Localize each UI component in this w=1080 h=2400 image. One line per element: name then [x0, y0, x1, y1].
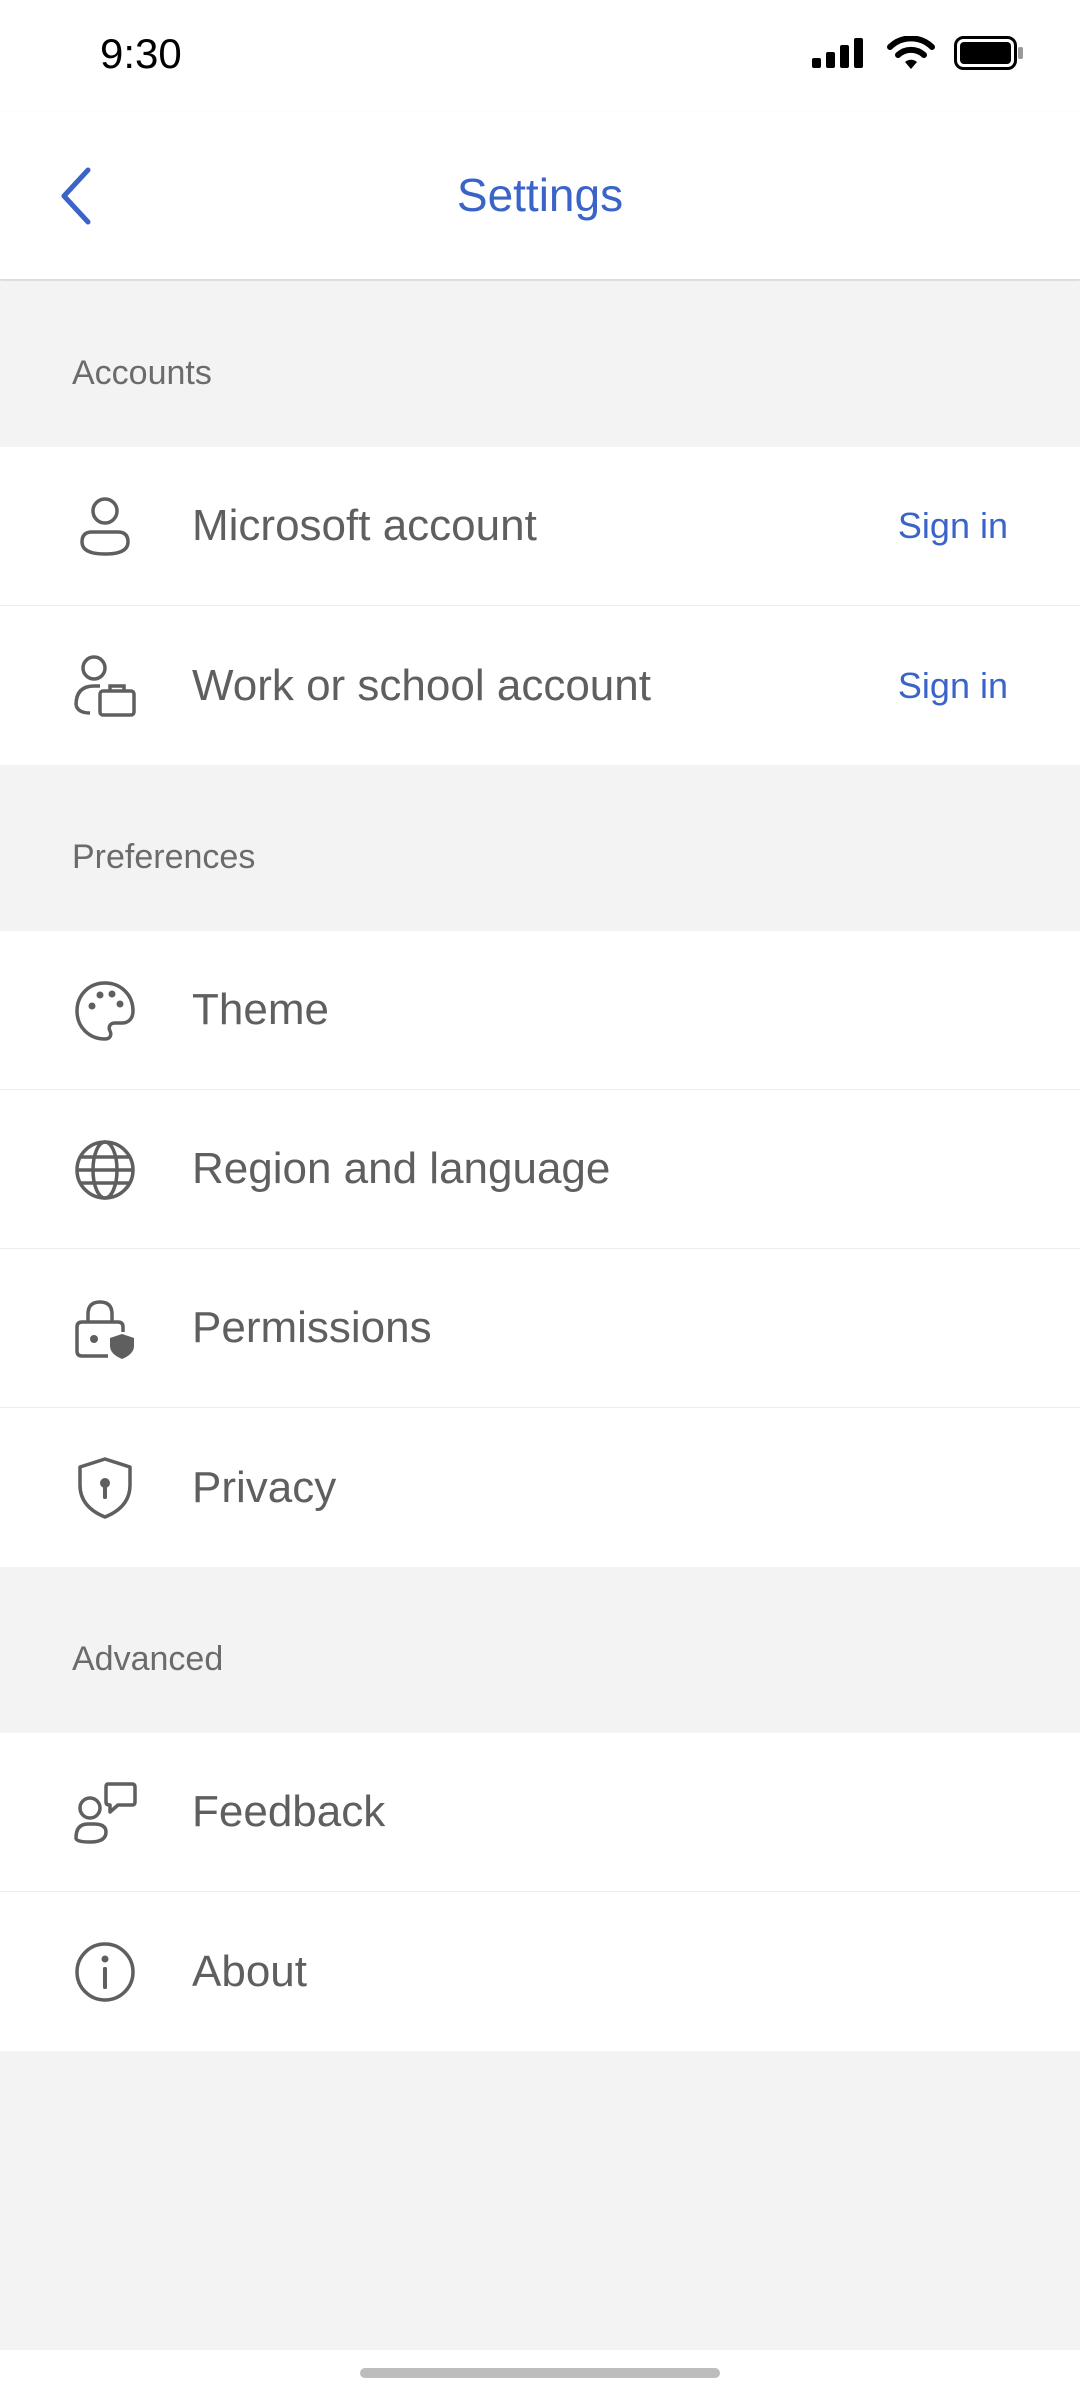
wifi-icon — [887, 36, 935, 69]
info-icon — [72, 1939, 138, 2005]
person-briefcase-icon — [72, 653, 138, 719]
sign-in-link[interactable]: Sign in — [898, 505, 1008, 547]
globe-icon — [72, 1137, 138, 1203]
settings-item-permissions[interactable]: Permissions — [0, 1249, 1080, 1408]
settings-item-about[interactable]: About — [0, 1892, 1080, 2051]
settings-item-region-language[interactable]: Region and language — [0, 1090, 1080, 1249]
settings-item-label: Permissions — [192, 1303, 432, 1352]
home-indicator[interactable] — [360, 2368, 720, 2378]
person-feedback-icon — [72, 1780, 138, 1846]
person-icon — [72, 494, 138, 560]
settings-list: Accounts Microsoft account Sign in Work … — [0, 281, 1080, 2051]
settings-item-privacy[interactable]: Privacy — [0, 1408, 1080, 1567]
section-title: Accounts — [72, 354, 212, 392]
settings-item-label: Feedback — [192, 1787, 386, 1836]
settings-item-label: Region and language — [192, 1144, 611, 1193]
lock-shield-icon — [72, 1296, 138, 1362]
section-header-advanced: Advanced — [0, 1567, 1080, 1733]
settings-item-label: Privacy — [192, 1462, 337, 1512]
shield-keyhole-icon — [72, 1455, 138, 1521]
section-header-preferences: Preferences — [0, 765, 1080, 931]
settings-item-feedback[interactable]: Feedback — [0, 1733, 1080, 1892]
sign-in-link[interactable]: Sign in — [898, 665, 1008, 707]
settings-item-label: Work or school account — [192, 660, 651, 710]
palette-icon — [72, 978, 138, 1044]
status-icons — [812, 36, 1024, 70]
settings-item-microsoft-account[interactable]: Microsoft account Sign in — [0, 447, 1080, 606]
section-header-accounts: Accounts — [0, 281, 1080, 447]
settings-item-work-account[interactable]: Work or school account Sign in — [0, 606, 1080, 765]
section-title: Preferences — [72, 838, 256, 876]
settings-item-label: About — [192, 1946, 307, 1996]
settings-item-theme[interactable]: Theme — [0, 931, 1080, 1090]
status-bar: 9:30 — [0, 0, 1080, 112]
page-title: Settings — [456, 169, 624, 221]
status-time: 9:30 — [100, 30, 182, 77]
app-header: Settings — [0, 112, 1080, 280]
section-title: Advanced — [72, 1640, 224, 1678]
battery-icon — [954, 36, 1023, 70]
cellular-signal-icon — [812, 38, 863, 68]
settings-item-label: Theme — [192, 985, 329, 1034]
settings-item-label: Microsoft account — [192, 501, 537, 550]
